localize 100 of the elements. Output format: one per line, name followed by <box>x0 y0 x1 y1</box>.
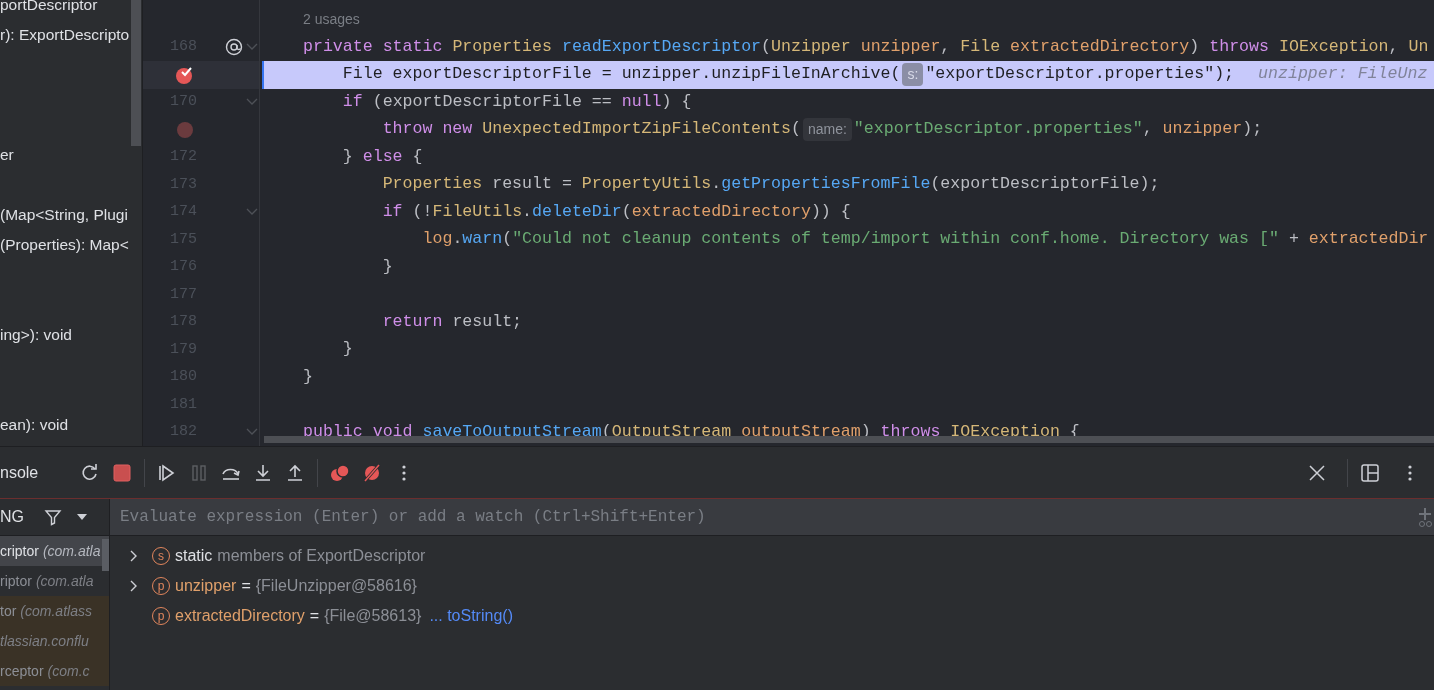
code-token: ( <box>790 118 801 141</box>
code-token: . <box>452 228 463 251</box>
code-token: if <box>341 90 364 113</box>
stop-icon[interactable] <box>112 462 133 483</box>
code-token: null <box>621 90 662 113</box>
code-token: , <box>940 35 952 58</box>
stack-frame[interactable]: criptor (com.atla <box>0 536 109 566</box>
code-token: result = <box>492 173 573 196</box>
code-token: ( <box>502 228 513 251</box>
stack-frame[interactable]: rceptor (com.c <box>0 656 109 686</box>
structure-item[interactable]: er <box>0 143 14 167</box>
parameter-hint: s: <box>902 63 924 87</box>
to-string-link[interactable]: ... toString() <box>429 604 513 628</box>
mute-breakpoints-icon[interactable] <box>362 462 383 483</box>
code-token: )) { <box>810 200 851 223</box>
structure-item[interactable]: (Map<String, Plugi <box>0 203 128 227</box>
code-token: if <box>381 200 404 223</box>
variable-name: unzipper <box>175 576 237 596</box>
code-token: . <box>711 173 722 196</box>
code-token: extractedDirectory <box>631 200 811 223</box>
filter-icon[interactable] <box>44 508 62 526</box>
code-token: { <box>412 145 423 168</box>
code-token: (exportDescriptorFile); <box>930 173 1160 196</box>
code-token: } <box>341 338 353 361</box>
structure-item[interactable]: portDescriptor <box>0 0 98 17</box>
console-tab[interactable]: nsole <box>0 460 39 485</box>
code-token: extractedDir <box>1308 228 1429 251</box>
code-token: deleteDir <box>532 200 622 223</box>
code-token: } <box>381 255 393 278</box>
code-token: result; <box>452 310 523 333</box>
stack-frame[interactable]: riptor (com.atla <box>0 566 109 596</box>
code-token: (! <box>412 200 433 223</box>
code-token: throws <box>1209 35 1270 58</box>
code-token: Properties <box>381 173 484 196</box>
code-token: outputStream <box>741 420 861 443</box>
dropdown-caret-icon[interactable] <box>76 513 88 521</box>
variable-value: {File@58613} <box>324 606 422 626</box>
structure-item[interactable]: r): ExportDescripto <box>0 23 130 47</box>
code-token: FileUtils <box>432 200 523 223</box>
structure-item[interactable]: (Properties): Map< <box>0 233 129 257</box>
code-token: unzipper <box>1162 118 1243 141</box>
equals-sign: = <box>309 606 320 626</box>
breakpoints-icon[interactable] <box>330 462 351 483</box>
code-token: ) { <box>661 90 692 113</box>
inline-value: unzipper: FileUnz <box>1258 63 1428 86</box>
code-token: OutputStream <box>611 420 733 443</box>
scrollbar[interactable] <box>102 539 109 571</box>
code-token: UnexpectedImportZipFileContents <box>482 118 791 141</box>
code-token: unzipper <box>860 35 941 58</box>
code-token: throws <box>880 420 942 443</box>
code-token: Un <box>1408 35 1429 58</box>
code-token: PropertyUtils <box>581 173 712 196</box>
parameter-hint: name: <box>802 118 852 142</box>
code-token: IOException <box>1278 35 1389 58</box>
code-token: } <box>303 365 313 388</box>
code-token: readExportDescriptor <box>561 35 762 58</box>
code-token: "exportDescriptor.properties"); <box>925 63 1235 86</box>
horizontal-scrollbar[interactable] <box>264 436 1434 443</box>
code-token: else <box>362 145 404 168</box>
code-token: IOException <box>950 420 1061 443</box>
evaluate-field[interactable]: Evaluate expression (Enter) or add a watch (Ctrl+Shift+Enter) <box>110 499 1434 535</box>
variable-detail: members of ExportDescriptor <box>217 546 426 566</box>
code-token: . <box>522 200 533 223</box>
code-token: } <box>341 145 354 168</box>
usages-link[interactable]: 2 usages <box>303 9 360 31</box>
code-token: warn <box>462 228 503 251</box>
code-token: , <box>1142 118 1154 141</box>
code-token: ( <box>761 35 772 58</box>
layout-icon[interactable] <box>1360 462 1380 483</box>
code-token: (exportDescriptorFile == <box>372 90 613 113</box>
code-token: extractedDirectory <box>1010 35 1190 58</box>
code-token: public void <box>303 420 414 443</box>
code-token: throw new <box>381 118 474 141</box>
structure-item[interactable]: ing>): void <box>0 323 72 347</box>
code-token: Unzipper <box>771 35 852 58</box>
code-token: + <box>1287 228 1300 251</box>
stack-frame[interactable]: tor (com.atlass <box>0 596 109 626</box>
code-token: "exportDescriptor.properties" <box>853 118 1143 141</box>
code-token: , <box>1388 35 1400 58</box>
code-token: log <box>421 228 453 251</box>
thread-name[interactable]: NG <box>0 505 24 529</box>
scrollbar[interactable] <box>131 0 141 146</box>
variable-value: {FileUnzipper@58616} <box>255 576 417 596</box>
code-token: private static <box>303 35 444 58</box>
code-token: ) <box>1189 35 1201 58</box>
variable-name: extractedDirectory <box>175 606 305 626</box>
code-token: File <box>960 35 1002 58</box>
equals-sign: = <box>241 576 251 596</box>
variable-name: static <box>175 546 213 566</box>
code-token: ); <box>1242 118 1263 141</box>
code-token: return <box>381 310 444 333</box>
code-token: saveToOutputStream <box>422 420 602 443</box>
close-icon[interactable] <box>1307 462 1327 483</box>
at-sign-icon[interactable] <box>225 38 243 57</box>
code-token: getPropertiesFromFile <box>721 173 931 196</box>
code-token: "Could not cleanup contents of temp/import within conf.home. Directory was [" <box>512 228 1279 251</box>
structure-item[interactable]: ean): void <box>0 413 69 437</box>
code-token: File exportDescriptorFile = unzipper.unzipFileInArchive( <box>341 63 901 86</box>
code-token: Properties <box>452 35 553 58</box>
code-token: ( <box>621 200 632 223</box>
